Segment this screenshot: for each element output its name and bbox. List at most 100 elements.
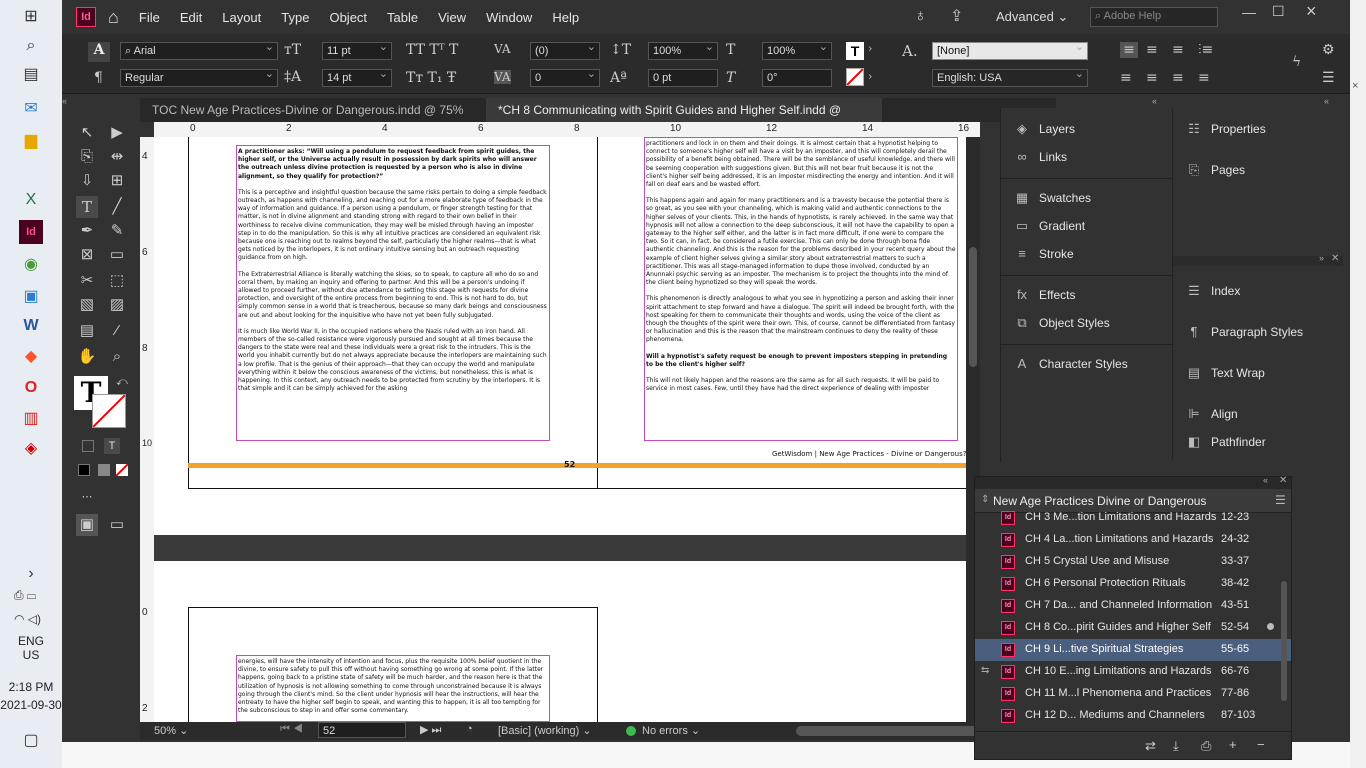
book-document-row[interactable]: Id CH 10 E...ing Limitations and Hazards 6… — [975, 661, 1291, 683]
excel-icon[interactable]: X — [19, 188, 43, 212]
close-button[interactable]: × — [1306, 1, 1317, 22]
task-view-icon[interactable]: ▤ — [19, 62, 43, 86]
tracking-field[interactable]: 0 — [530, 69, 600, 87]
menu-type[interactable]: Type — [281, 10, 309, 25]
panel-character-styles[interactable]: A Character Styles — [1013, 357, 1128, 372]
selection-tool-icon[interactable]: ↖ — [76, 122, 98, 144]
flash-icon[interactable]: ϟ — [1292, 54, 1301, 70]
menu-window[interactable]: Window — [486, 10, 532, 25]
rectangle-tool-icon[interactable]: ▭ — [106, 244, 128, 266]
language-indicator[interactable]: ENG US — [18, 634, 44, 662]
apply-gradient-icon[interactable] — [98, 464, 110, 476]
sync-icon[interactable]: ⇄ — [1145, 738, 1156, 754]
close-icon[interactable]: ✕ — [1331, 253, 1339, 264]
kerning-field[interactable]: (0) — [530, 42, 600, 60]
hand-tool-icon[interactable]: ✋ — [76, 346, 98, 368]
lightbulb-icon[interactable]: ♁ — [914, 6, 927, 26]
baseline-shift-field[interactable]: 0 pt — [648, 69, 718, 87]
network-volume-icons[interactable]: ◠ ◁) — [14, 612, 41, 626]
vertical-ruler[interactable]: 4 6 8 10 0 2 — [140, 137, 154, 722]
vertical-scale-field[interactable]: 100% — [648, 42, 718, 60]
normal-view-icon[interactable]: ▣ — [76, 514, 98, 536]
chevron-right-icon[interactable]: › — [19, 562, 43, 586]
expand-panels-icon[interactable]: » — [1319, 253, 1324, 263]
preview-mode-icon[interactable]: ⋯ — [76, 486, 98, 508]
chevron-right-icon[interactable]: › — [868, 42, 872, 55]
font-style-field[interactable]: Regular — [120, 69, 278, 87]
menu-edit[interactable]: Edit — [180, 10, 202, 25]
sort-icon[interactable]: ⇕ — [981, 494, 989, 505]
screen-mode-icon[interactable]: ▭ — [106, 514, 128, 536]
justify-right-icon[interactable]: ≡ — [1172, 70, 1184, 86]
page-number-field[interactable]: 52 — [318, 722, 406, 738]
workspace-switcher[interactable]: Advanced ⌄ — [996, 9, 1068, 25]
panel-swatches[interactable]: ▦ Swatches — [1013, 191, 1091, 206]
stroke-swatch[interactable] — [92, 394, 126, 428]
panel-layers[interactable]: ◈ Layers — [1013, 122, 1075, 137]
swap-fill-stroke-icon[interactable]: ⤺ — [116, 376, 128, 389]
panel-effects[interactable]: fx Effects — [1013, 288, 1076, 303]
book-document-row[interactable]: Id CH 12 D... Mediums and Channelers 87-10… — [975, 705, 1291, 727]
word-icon[interactable]: W — [19, 314, 43, 338]
tab-ch8-document[interactable]: *CH 8 Communicating with Spirit Guides a… — [486, 98, 882, 141]
page-tool-icon[interactable]: ⎘ — [76, 146, 98, 168]
document-status-icon[interactable]: ◔ — [466, 723, 473, 735]
content-collector-icon[interactable]: ⇩ — [76, 170, 98, 192]
pen-tool-icon[interactable]: ✒ — [76, 220, 98, 242]
next-text-frame[interactable]: energies, will have the intensity of int… — [236, 655, 550, 722]
leading-field[interactable]: 14 pt — [322, 69, 392, 87]
direct-selection-tool-icon[interactable]: ▶ — [106, 122, 128, 144]
book-document-row[interactable]: Id CH 8 Co...pirit Guides and Higher Self… — [975, 617, 1291, 639]
gap-tool-icon[interactable]: ⇹ — [106, 146, 128, 168]
share-icon[interactable]: ⇪ — [950, 6, 963, 26]
rectangle-frame-tool-icon[interactable]: ⊠ — [76, 244, 98, 266]
panel-object-styles[interactable]: ⧉ Object Styles — [1013, 316, 1109, 331]
panel-properties[interactable]: ☷ Properties — [1185, 122, 1266, 137]
minimize-button[interactable]: — — [1242, 4, 1256, 20]
panel-pages[interactable]: ⎘ Pages — [1185, 163, 1245, 178]
scissors-tool-icon[interactable]: ✂ — [76, 270, 98, 292]
document-canvas[interactable]: A practitioner asks: “Will using a pendu… — [154, 137, 980, 722]
panel-paragraph-styles[interactable]: ¶ Paragraph Styles — [1185, 325, 1304, 340]
save-book-icon[interactable]: ⤓ — [1173, 738, 1179, 754]
close-icon[interactable]: ✕ — [1279, 475, 1287, 486]
font-size-field[interactable]: 11 pt — [322, 42, 392, 60]
next-page-icon[interactable]: ▶ ⏭ — [420, 723, 441, 737]
tab-toc-document[interactable]: TOC New Age Practices-Divine or Dangerou… — [140, 98, 486, 122]
text-fill-swatch[interactable]: T — [846, 42, 864, 60]
menu-table[interactable]: Table — [387, 10, 418, 25]
formatting-container-icon[interactable] — [82, 440, 94, 452]
scrollbar-thumb[interactable] — [969, 247, 977, 367]
panel-links[interactable]: ∞ Links — [1013, 150, 1067, 165]
chevron-right-icon[interactable]: › — [868, 70, 872, 83]
home-icon[interactable]: ⌂ — [108, 7, 119, 28]
first-page-icon[interactable]: ⏮ ◀ — [280, 723, 303, 736]
book-scrollbar-thumb[interactable] — [1281, 581, 1287, 701]
right-text-frame[interactable]: practitioners and lock in on them and th… — [644, 137, 958, 441]
store-icon[interactable]: ▥ — [19, 406, 43, 430]
adobe-help-search[interactable]: ⌕ Adobe Help — [1090, 7, 1218, 27]
collapse-panels-icon-2[interactable]: « — [1324, 96, 1329, 106]
font-family-field[interactable]: ⌕ Arial — [120, 42, 278, 60]
zoom-tool-icon[interactable]: ⌕ — [106, 346, 128, 368]
panel-pathfinder[interactable]: ◧ Pathfinder — [1185, 435, 1266, 450]
indesign-app-icon[interactable]: Id — [76, 7, 96, 27]
book-document-row[interactable]: Id CH 4 La...tion Limitations and Hazards… — [975, 529, 1291, 551]
pencil-tool-icon[interactable]: ✎ — [106, 220, 128, 242]
content-placer-icon[interactable]: ⊞ — [106, 170, 128, 192]
panel-align[interactable]: ⊫ Align — [1185, 407, 1237, 422]
mcafee-icon[interactable]: ◈ — [19, 436, 43, 460]
menu-file[interactable]: File — [139, 10, 160, 25]
character-style-field[interactable]: [None] — [932, 42, 1088, 60]
print-book-icon[interactable]: ⎙ — [1201, 738, 1211, 754]
horizontal-ruler[interactable]: 0 2 4 6 8 10 12 14 16 — [154, 122, 980, 137]
character-formatting-icon[interactable]: A — [88, 42, 110, 62]
horizontal-scale-field[interactable]: 100% — [762, 42, 832, 60]
small-caps-icon[interactable]: Tт T₁ Ŧ — [406, 70, 456, 86]
book-document-row[interactable]: Id CH 9 Li...tive Spiritual Strategies 55-… — [975, 639, 1291, 661]
panel-stroke[interactable]: ≡ Stroke — [1013, 247, 1073, 262]
justify-left-icon[interactable]: ≡ — [1120, 70, 1132, 86]
clock[interactable]: 2:18 PM 2021-09-30 — [0, 680, 62, 712]
left-text-frame[interactable]: A practitioner asks: “Will using a pendu… — [236, 145, 550, 441]
menu-view[interactable]: View — [438, 10, 466, 25]
